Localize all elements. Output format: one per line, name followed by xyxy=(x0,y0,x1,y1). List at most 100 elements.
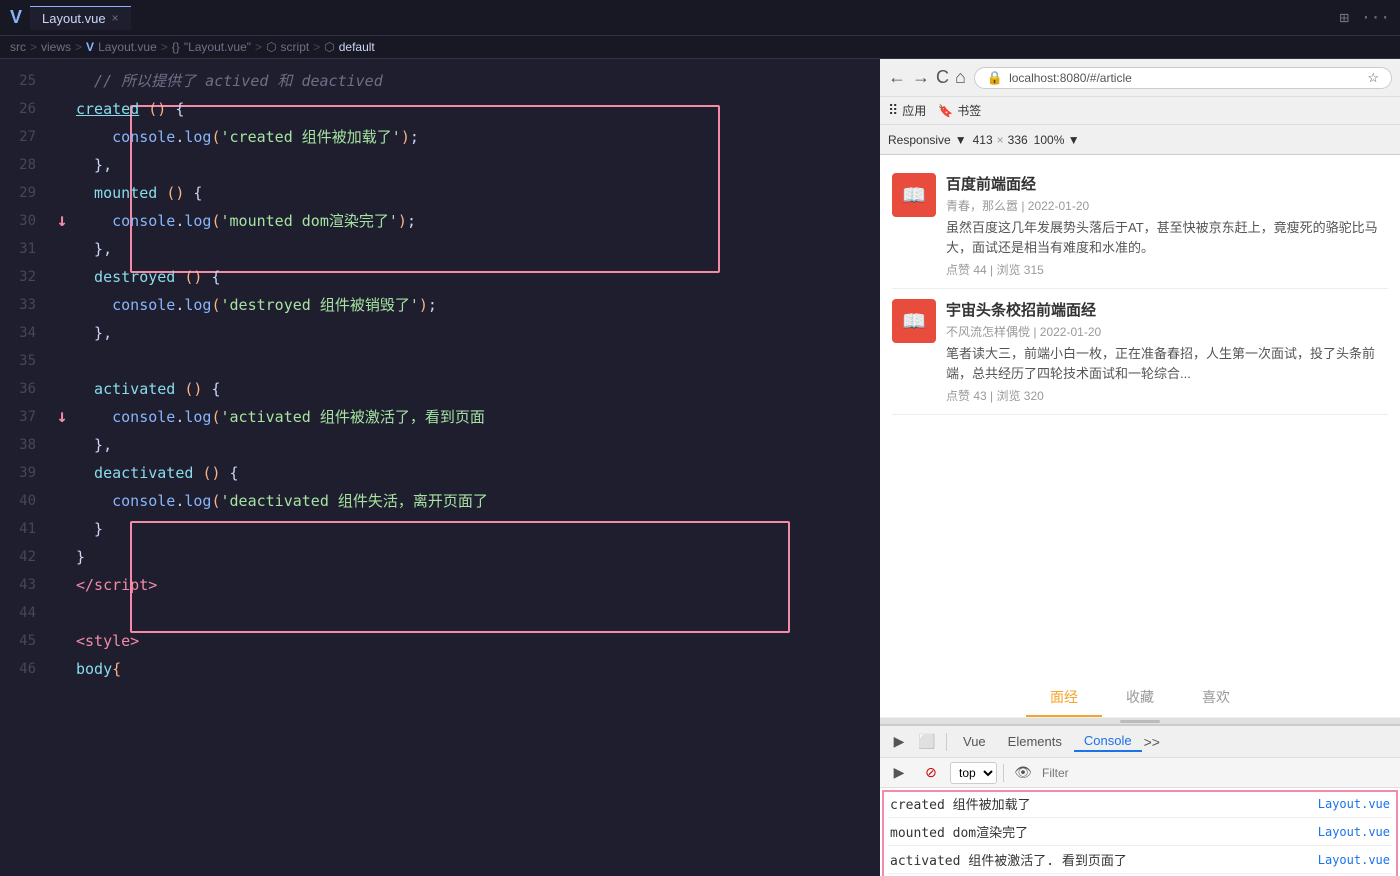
tab-shoucang[interactable]: 收藏 xyxy=(1102,679,1178,717)
arrow-38 xyxy=(52,431,72,459)
breadcrumb-sep5: > xyxy=(313,40,320,54)
console-source-2[interactable]: Layout.vue xyxy=(1318,825,1390,839)
devtools-cursor-icon[interactable]: ▶ xyxy=(886,729,912,755)
arrow-26 xyxy=(52,95,72,123)
code-panel: 25 // 所以提供了 actived 和 deactived 26 creat… xyxy=(0,59,880,876)
arrow-45 xyxy=(52,627,72,655)
breadcrumb-layout-label[interactable]: "Layout.vue" xyxy=(184,40,251,54)
console-line-1: created 组件被加载了 Layout.vue xyxy=(888,790,1392,818)
breadcrumb-obj-icon: {} xyxy=(172,40,180,54)
arrow-29 xyxy=(52,179,72,207)
devtools-tab-vue[interactable]: Vue xyxy=(953,732,996,751)
address-bar[interactable]: 🔒 localhost:8080/#/article ☆ xyxy=(974,67,1392,89)
bookmark-folder-icon: 🔖 xyxy=(938,104,953,118)
bookmark-bookmarks[interactable]: 🔖 书签 xyxy=(938,102,981,119)
arrow-32 xyxy=(52,263,72,291)
responsive-label: Responsive xyxy=(888,133,951,147)
breadcrumb-src[interactable]: src xyxy=(10,40,26,54)
breadcrumb: src > views > V Layout.vue > {} "Layout.… xyxy=(0,36,1400,59)
arrow-31 xyxy=(52,235,72,263)
devtools-tab-console[interactable]: Console xyxy=(1074,731,1142,752)
nav-home-icon[interactable]: ⌂ xyxy=(955,67,966,88)
arrow-35 xyxy=(52,347,72,375)
nav-back-icon[interactable]: ← xyxy=(888,67,906,88)
responsive-dropdown[interactable]: Responsive ▼ xyxy=(888,133,967,147)
devtools-more-tabs-icon[interactable]: >> xyxy=(1144,734,1160,750)
console-text-2: mounted dom渲染完了 xyxy=(890,822,1028,841)
line-num-34: 34 xyxy=(0,319,52,347)
breadcrumb-script[interactable]: script xyxy=(281,40,310,54)
article-excerpt-1: 虽然百度这几年发展势头落后于AT，甚至快被京东赶上，竟瘦死的骆驼比马大，面试还是… xyxy=(946,218,1388,257)
console-text-3: activated 组件被激活了. 看到页面了 xyxy=(890,850,1127,869)
article-title-1: 百度前端面经 xyxy=(946,173,1388,194)
line-content-26: created () { xyxy=(72,95,880,123)
article-item-1[interactable]: 📖 百度前端面经 青春，那么嚣 | 2022-01-20 虽然百度这几年发展势头… xyxy=(892,163,1388,289)
breadcrumb-views[interactable]: views xyxy=(41,40,71,54)
breadcrumb-script-icon: ⬡ xyxy=(266,40,276,54)
apps-label: 应用 xyxy=(902,102,926,119)
console-context-select[interactable]: top xyxy=(950,762,997,784)
line-num-27: 27 xyxy=(0,123,52,151)
line-num-25: 25 xyxy=(0,67,52,95)
breadcrumb-sep4: > xyxy=(255,40,262,54)
height-value[interactable]: 336 xyxy=(1008,133,1028,147)
line-content-45: <style> xyxy=(72,627,880,655)
arrow-34 xyxy=(52,319,72,347)
more-actions-icon[interactable]: ··· xyxy=(1361,8,1390,27)
line-num-40: 40 xyxy=(0,487,52,515)
arrow-28 xyxy=(52,151,72,179)
lock-icon: 🔒 xyxy=(987,70,1003,86)
article-stats-1: 点赞 44 | 浏览 315 xyxy=(946,261,1388,278)
zoom-chevron: ▼ xyxy=(1068,133,1080,147)
filter-sep xyxy=(1003,764,1004,782)
split-editor-icon[interactable]: ⊞ xyxy=(1339,8,1349,27)
code-line-25: 25 // 所以提供了 actived 和 deactived xyxy=(0,67,880,95)
line-num-29: 29 xyxy=(0,179,52,207)
tab-label: Layout.vue xyxy=(42,11,106,26)
line-num-28: 28 xyxy=(0,151,52,179)
devtools-mobile-icon[interactable]: ⬜ xyxy=(914,729,940,755)
line-content-29: mounted () { xyxy=(72,179,880,207)
line-num-38: 38 xyxy=(0,431,52,459)
tab-mian-jing[interactable]: 面经 xyxy=(1026,679,1102,717)
article-info-1: 百度前端面经 青春，那么嚣 | 2022-01-20 虽然百度这几年发展势头落后… xyxy=(946,173,1388,278)
arrow-30: ↓ xyxy=(52,207,72,235)
nav-refresh-icon[interactable]: C xyxy=(936,67,949,88)
devtools-toolbar-sep1 xyxy=(946,733,947,751)
article-item-2[interactable]: 📖 宇宙头条校招前端面经 不风流怎样偶傥 | 2022-01-20 笔者读大三，… xyxy=(892,289,1388,415)
arrow-44 xyxy=(52,599,72,627)
line-content-35 xyxy=(72,347,880,375)
console-source-1[interactable]: Layout.vue xyxy=(1318,797,1390,811)
console-source-3[interactable]: Layout.vue xyxy=(1318,853,1390,867)
top-bar: V Layout.vue × ⊞ ··· xyxy=(0,0,1400,36)
bookmark-icon[interactable]: ☆ xyxy=(1367,70,1379,86)
code-line-41: 41 } xyxy=(0,515,880,543)
nav-fwd-icon[interactable]: → xyxy=(912,67,930,88)
console-clear-icon[interactable]: ▶ xyxy=(886,760,912,786)
top-bar-actions: ⊞ ··· xyxy=(1339,8,1390,27)
tab-xihuan[interactable]: 喜欢 xyxy=(1178,679,1254,717)
breadcrumb-file[interactable]: Layout.vue xyxy=(98,40,157,54)
vscode-logo: V xyxy=(10,7,22,28)
line-content-30: console.log('mounted dom渲染完了'); xyxy=(72,207,880,235)
console-eye-icon[interactable]: 👁 xyxy=(1010,760,1036,786)
editor-tab[interactable]: Layout.vue × xyxy=(30,6,131,30)
code-line-34: 34 }, xyxy=(0,319,880,347)
width-value[interactable]: 413 xyxy=(973,133,993,147)
breadcrumb-default[interactable]: default xyxy=(339,40,375,54)
line-num-39: 39 xyxy=(0,459,52,487)
console-prohibit-icon[interactable]: ⊘ xyxy=(918,760,944,786)
zoom-select[interactable]: 100% ▼ xyxy=(1034,133,1080,147)
tab-close-icon[interactable]: × xyxy=(112,11,119,25)
bookmark-apps[interactable]: ⠿ 应用 xyxy=(888,102,926,119)
devtools-tab-elements[interactable]: Elements xyxy=(998,732,1072,751)
line-content-31: }, xyxy=(72,235,880,263)
article-tabs-bar: 面经 收藏 喜欢 xyxy=(880,679,1400,718)
line-content-25: // 所以提供了 actived 和 deactived xyxy=(72,67,880,95)
console-filter-input[interactable] xyxy=(1042,766,1394,780)
main-area: 25 // 所以提供了 actived 和 deactived 26 creat… xyxy=(0,59,1400,876)
breadcrumb-sep2: > xyxy=(75,40,82,54)
code-line-46: 46 body{ xyxy=(0,655,880,683)
console-line-3: activated 组件被激活了. 看到页面了 Layout.vue xyxy=(888,846,1392,874)
arrow-25 xyxy=(52,67,72,95)
